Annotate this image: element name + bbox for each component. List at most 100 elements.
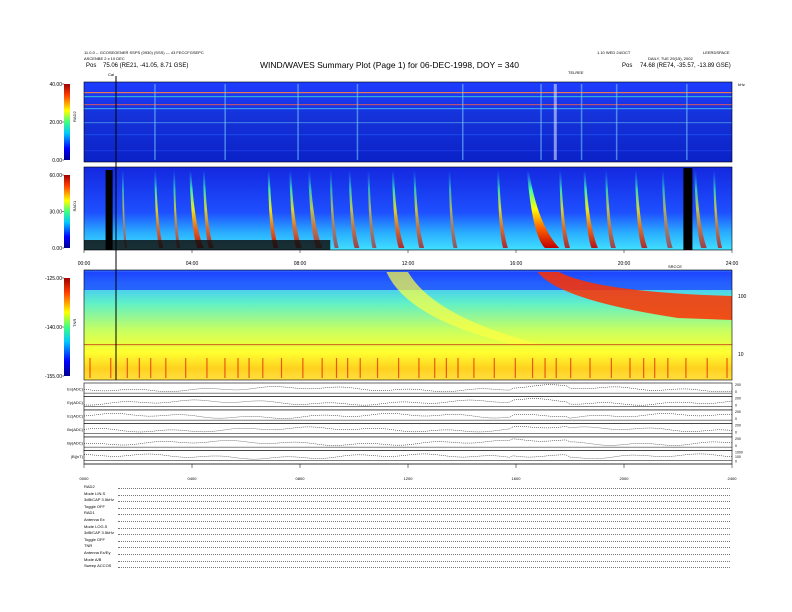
line-right-tick: 0	[735, 430, 737, 434]
rad2-streak	[84, 108, 732, 110]
colorbar-tick: 0.00	[52, 246, 62, 252]
tnr-spike	[531, 358, 534, 378]
colorbar-tick: -155.00	[45, 374, 62, 380]
line-right-tick: 100	[735, 455, 741, 459]
line-panel	[83, 423, 733, 438]
rad-x-tick: 12:00	[402, 261, 415, 267]
tnr-spike	[457, 358, 459, 378]
rad2-striation	[297, 84, 299, 160]
rad2-striation	[580, 84, 583, 160]
line-panel	[83, 436, 733, 451]
tnr-spike	[376, 358, 379, 378]
rad2-streak	[84, 104, 732, 106]
rad2-streak	[84, 96, 732, 98]
tnr-spike	[629, 358, 631, 378]
tnr-colorbar	[64, 278, 70, 376]
line-x-tick: 2400	[728, 476, 738, 481]
panel-name: TNR	[72, 319, 77, 327]
line-right-tick: 200	[735, 437, 741, 441]
rad2-striation	[686, 84, 688, 160]
line-right-tick: 200	[735, 424, 741, 428]
rad1-colorbar	[64, 175, 70, 248]
rad-x-tick: 24:00	[726, 261, 739, 267]
rad1-dark-column	[105, 170, 113, 250]
line-x-tick: 0400	[188, 476, 198, 481]
footer-setting: Mode A/B	[84, 556, 102, 562]
tnr-spike	[321, 358, 323, 378]
footer-setting: Antenna Ex/Ey	[84, 550, 111, 555]
rad2-striation	[553, 84, 557, 160]
footer-setting: Toggle OFF	[84, 503, 105, 509]
footer-rule	[118, 514, 730, 516]
tnr-spike	[589, 358, 591, 378]
tnr-spike	[224, 358, 226, 378]
footer-rule	[118, 540, 730, 542]
footer-rule	[118, 488, 730, 489]
line-right-tick: 0	[735, 417, 737, 421]
footer-rule	[118, 501, 730, 503]
rad2-colorbar	[64, 84, 70, 160]
footer-setting: TNR	[84, 543, 93, 549]
tnr-spike	[138, 358, 140, 378]
colorbar-tick: 20.00	[49, 120, 62, 126]
footer-setting: RAD1	[84, 510, 95, 516]
rad1-dark-column	[683, 168, 693, 250]
rad2-striation	[462, 84, 464, 160]
rad2-striation	[154, 84, 156, 160]
line-right-tick: 0	[735, 444, 737, 448]
line-right-tick: 200	[735, 383, 741, 387]
rad1-spectrogram	[84, 167, 732, 250]
tnr-right-tick: 100	[738, 294, 747, 300]
footer-setting: 3dB/CAP 3.5kHz	[84, 497, 114, 503]
tnr-spike	[654, 358, 656, 378]
tnr-spike	[570, 358, 572, 378]
rad2-streak	[84, 122, 732, 124]
footer-rule	[118, 527, 730, 529]
line-series-label: Ez(ADC)	[67, 413, 83, 418]
colorbar-tick: 30.00	[49, 210, 62, 216]
line-series-label: By(ADC)	[67, 440, 83, 445]
tnr-spike	[544, 358, 546, 378]
line-panel	[83, 396, 733, 411]
line-series-label: Bx(ADC)	[67, 427, 83, 432]
tnr-spike	[514, 358, 516, 378]
footer-rule	[118, 494, 730, 496]
footer-rule	[118, 567, 730, 569]
rad1-low-band	[84, 240, 331, 250]
tnr-spike	[126, 358, 128, 378]
tnr-spike	[206, 358, 208, 378]
footer-setting: Mode LOG.S	[84, 523, 108, 529]
tnr-spike	[643, 358, 645, 378]
tnr-spike	[185, 358, 187, 378]
tnr-spike	[685, 358, 687, 378]
rad2-striation	[615, 84, 618, 160]
footer-rule	[118, 507, 730, 509]
tnr-spike	[237, 358, 239, 378]
tnr-spike	[726, 358, 728, 378]
tnr-line	[84, 344, 732, 346]
line-panel	[83, 450, 733, 465]
rad2-streak	[84, 92, 732, 94]
footer-rule	[118, 554, 730, 555]
colorbar-tick: 60.00	[49, 173, 62, 179]
line-x-tick: 0000	[80, 476, 90, 481]
panel-name: RAD2	[72, 111, 77, 122]
tnr-spike	[280, 358, 283, 378]
tnr-spike	[347, 358, 349, 378]
line-x-tick: 0800	[296, 476, 306, 481]
footer-setting: Sweep ACCOS	[84, 563, 112, 569]
tnr-spike	[110, 358, 112, 378]
tnr-spike	[335, 358, 338, 378]
line-right-tick: 200	[735, 410, 741, 414]
line-right-tick: 1000	[735, 451, 743, 455]
footer-rule	[118, 547, 730, 549]
footer-setting: Mode LIN.S	[84, 490, 106, 496]
tnr-spike	[359, 358, 361, 378]
tnr-spike	[610, 358, 612, 378]
footer-setting: Toggle OFF	[84, 536, 105, 542]
tnr-spike	[302, 358, 304, 378]
rad2-striation	[224, 84, 226, 160]
line-series-label: |B|(nT)	[71, 454, 84, 459]
panel-name: RAD1	[72, 200, 77, 211]
footer-rule	[118, 560, 730, 562]
